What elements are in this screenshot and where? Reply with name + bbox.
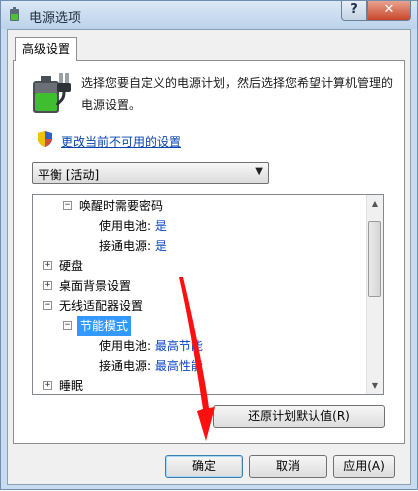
collapse-icon[interactable]: − xyxy=(63,321,72,330)
setting-value[interactable]: 最高性能 xyxy=(155,359,203,373)
tree-item-wake-battery[interactable]: 使用电池: 是 xyxy=(99,216,167,236)
settings-tree[interactable]: − 唤醒时需要密码 使用电池: 是 接通电源: 是 + 硬盘 + 桌面背景设置 … xyxy=(32,194,384,395)
power-options-icon xyxy=(10,7,19,21)
description-text: 选择您要自定义的电源计划，然后选择您希望计算机管理的电源设置。 xyxy=(81,76,394,112)
tab-advanced-settings[interactable]: 高级设置 xyxy=(15,37,77,61)
power-options-window: 电源选项 ? ✕ 高级设置 选择您要自定义的电源计划，然后选择您希望计算机管理的… xyxy=(0,0,418,490)
collapse-icon[interactable]: − xyxy=(63,201,72,210)
expand-icon[interactable]: + xyxy=(43,281,52,290)
window-title: 电源选项 xyxy=(29,11,82,26)
help-button[interactable]: ? xyxy=(341,1,367,21)
power-plan-select[interactable]: 平衡 [活动] ▼ xyxy=(32,162,269,184)
tree-item-ps-plugged[interactable]: 接通电源: 最高性能 xyxy=(99,356,203,376)
scroll-up-icon[interactable]: ▲ xyxy=(367,195,383,212)
uac-shield-icon xyxy=(38,131,52,147)
setting-value[interactable]: 是 xyxy=(155,219,167,233)
ok-button[interactable]: 确定 xyxy=(165,455,243,478)
setting-value[interactable]: 是 xyxy=(155,239,167,253)
scroll-down-icon[interactable]: ▼ xyxy=(367,377,383,394)
chevron-down-icon: ▼ xyxy=(255,166,263,177)
change-unavailable-settings-link[interactable]: 更改当前不可用的设置 xyxy=(61,133,181,150)
selected-tree-label: 节能模式 xyxy=(77,316,132,336)
cancel-button[interactable]: 取消 xyxy=(249,455,327,478)
expand-icon[interactable]: + xyxy=(43,261,52,270)
vertical-scrollbar[interactable]: ▲ ▼ xyxy=(366,195,383,394)
restore-defaults-button[interactable]: 还原计划默认值(R) xyxy=(213,405,385,428)
tree-item-ps-battery[interactable]: 使用电池: 最高节能 xyxy=(99,336,203,356)
title-bar[interactable]: 电源选项 ? ✕ xyxy=(1,1,417,29)
setting-value[interactable]: 最高节能 xyxy=(155,339,203,353)
apply-button[interactable]: 应用(A) xyxy=(333,455,395,478)
battery-plug-icon xyxy=(33,73,71,113)
close-button[interactable]: ✕ xyxy=(367,1,411,21)
expand-icon[interactable]: + xyxy=(43,381,52,390)
plan-select-value: 平衡 [活动] xyxy=(38,168,100,182)
scrollbar-thumb[interactable] xyxy=(368,221,381,297)
tree-item-wake-plugged[interactable]: 接通电源: 是 xyxy=(99,236,167,256)
collapse-icon[interactable]: − xyxy=(43,301,52,310)
